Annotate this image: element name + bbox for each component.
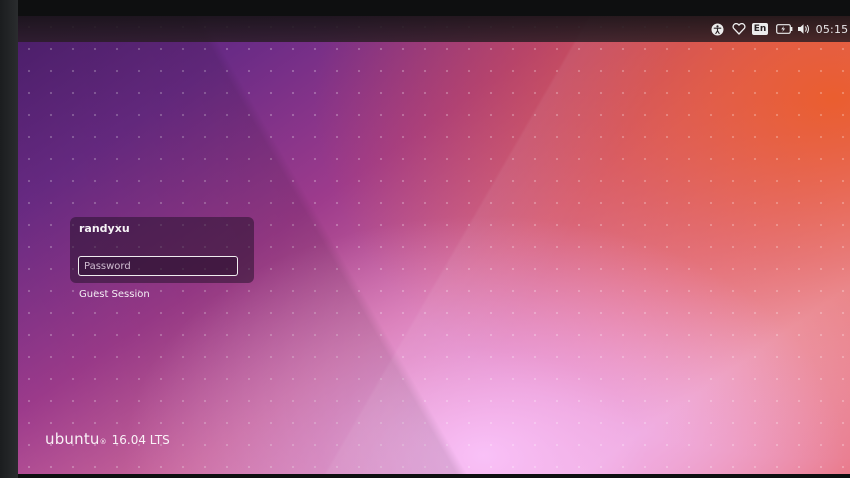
keyboard-layout-indicator[interactable]: En	[751, 16, 769, 42]
login-card: randyxu	[70, 217, 254, 283]
monitor-bezel	[0, 0, 18, 478]
network-icon[interactable]	[730, 16, 748, 42]
guest-session-option[interactable]: Guest Session	[79, 289, 150, 300]
os-version: 16.04 LTS	[111, 433, 170, 447]
clock[interactable]: 05:15	[816, 16, 849, 42]
battery-icon[interactable]	[774, 16, 794, 42]
ubuntu-logo: ubuntu ® 16.04 LTS	[45, 430, 170, 448]
username-label[interactable]: randyxu	[79, 222, 130, 235]
keyboard-layout-label: En	[751, 23, 769, 35]
registered-mark: ®	[99, 438, 107, 446]
login-screen: En 05:15 randyxu Guest Session ubuntu ® …	[18, 16, 850, 474]
accessibility-icon[interactable]	[708, 16, 726, 42]
volume-icon[interactable]	[795, 16, 813, 42]
top-panel: En 05:15	[18, 16, 850, 42]
password-input[interactable]	[78, 256, 238, 276]
ubuntu-wordmark: ubuntu	[45, 430, 100, 448]
